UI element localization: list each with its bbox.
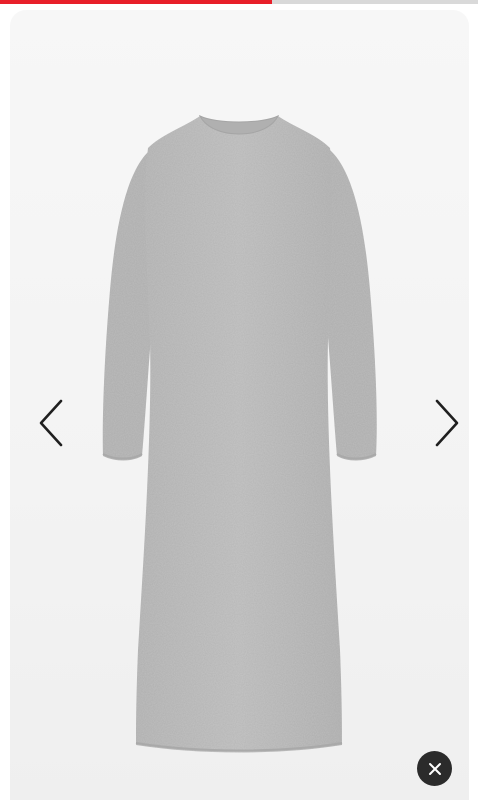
previous-image-button[interactable] [30, 395, 76, 451]
gallery-progress-bar [0, 0, 478, 4]
dress-body [136, 116, 342, 753]
chevron-left-icon [39, 399, 63, 447]
close-icon [428, 762, 441, 775]
product-image[interactable] [10, 10, 469, 800]
gallery-progress-fill [0, 0, 273, 4]
close-gallery-button[interactable] [417, 751, 452, 786]
chevron-right-icon [435, 399, 459, 447]
product-image-card [10, 10, 469, 800]
next-image-button[interactable] [422, 395, 468, 451]
